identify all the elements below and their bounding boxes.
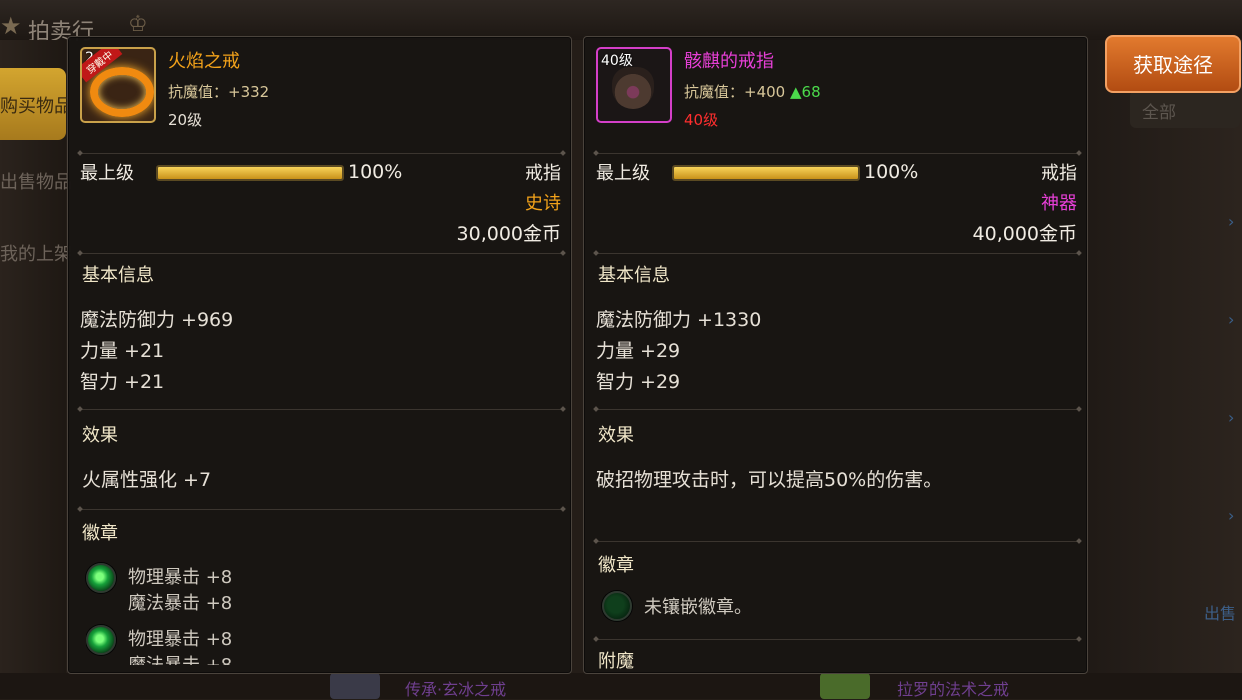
bottom-item[interactable]: 传承·玄冰之戒 — [405, 676, 506, 700]
level-requirement: 20级 — [168, 111, 203, 129]
badge-stat: 物理暴击 +8 — [128, 629, 233, 650]
stat-label: 抗魔值： — [684, 83, 745, 101]
list-marker: › — [1228, 408, 1235, 427]
tab-buy-label: 购买物品 — [0, 96, 72, 117]
item-icon: 2 穿戴中 — [80, 47, 156, 123]
item-name: 骸麒的戒指 — [684, 51, 774, 72]
divider — [596, 409, 1079, 410]
grade-label: 最上级 — [596, 163, 650, 184]
grade-bar — [672, 165, 860, 181]
fire-ring-icon — [90, 67, 154, 117]
grade-label: 最上级 — [80, 163, 134, 184]
item-name: 火焰之戒 — [168, 51, 240, 72]
enchant-title: 附魔 — [598, 651, 634, 672]
equipped-item-tooltip: 2 穿戴中 火焰之戒 抗魔值：+332 20级 最上级 100% 戒指 史诗 3… — [67, 36, 572, 674]
tab-buy[interactable]: 购买物品 — [0, 68, 72, 140]
attribute-line: 智力 +21 — [80, 371, 165, 393]
empty-gem-icon — [602, 591, 632, 621]
badge-empty-text: 未镶嵌徽章。 — [644, 597, 752, 618]
item-price: 30,000金币 — [456, 223, 561, 245]
magic-resist-line: 抗魔值：+332 — [168, 81, 269, 102]
effect-title: 效果 — [598, 425, 634, 446]
badge-stat: 魔法暴击 +8 — [128, 651, 232, 665]
filter-all[interactable]: 全部 — [1130, 90, 1240, 128]
crown-icon: ♔ — [128, 12, 148, 37]
bottom-item[interactable]: 拉罗的法术之戒 — [897, 676, 1009, 700]
badge-title: 徽章 — [82, 523, 118, 544]
stat-label: 抗魔值： — [168, 83, 229, 101]
star-icon: ★ — [0, 12, 22, 40]
divider — [596, 253, 1079, 254]
badge-stat: 物理暴击 +8 — [128, 567, 233, 588]
divider — [596, 541, 1079, 542]
divider — [80, 253, 563, 254]
basic-info-title: 基本信息 — [598, 265, 670, 286]
stat-delta: ▲68 — [790, 83, 821, 101]
attribute-line: 魔法防御力 +969 — [80, 309, 234, 331]
divider — [596, 639, 1079, 640]
item-rarity: 神器 — [1041, 193, 1077, 214]
compare-item-tooltip: 40级 骸麒的戒指 抗魔值：+400 ▲68 40级 最上级 100% 戒指 神… — [583, 36, 1088, 674]
effect-text: 火属性强化 +7 — [82, 469, 212, 491]
badge-slot: 未镶嵌徽章。 — [602, 591, 1002, 623]
divider — [80, 153, 563, 154]
tab-my-listings[interactable]: 我的上架 — [0, 240, 72, 266]
get-source-button[interactable]: 获取途径 — [1105, 35, 1241, 93]
stat-value: +400 — [744, 83, 786, 101]
item-type: 戒指 — [525, 163, 561, 184]
filter-all-label: 全部 — [1142, 103, 1176, 123]
item-icon: 40级 — [596, 47, 672, 123]
attribute-line: 力量 +21 — [80, 340, 165, 362]
basic-info-title: 基本信息 — [82, 265, 154, 286]
attribute-line: 智力 +29 — [596, 371, 681, 393]
divider — [596, 153, 1079, 154]
item-rarity: 史诗 — [525, 193, 561, 214]
grade-bar-fill — [674, 167, 858, 179]
badge-slot: 物理暴击 +8 魔法暴击 +8 — [86, 621, 486, 665]
green-gem-icon — [86, 563, 116, 593]
grade-percent: 100% — [864, 161, 919, 183]
divider — [80, 509, 563, 510]
list-marker: › — [1228, 212, 1235, 231]
item-type: 戒指 — [1041, 163, 1077, 184]
effect-title: 效果 — [82, 425, 118, 446]
bottom-list — [0, 673, 1242, 699]
attribute-line: 力量 +29 — [596, 340, 681, 362]
item-thumb — [820, 673, 870, 699]
grade-bar-fill — [158, 167, 342, 179]
item-thumb — [330, 673, 380, 699]
stat-value: +332 — [228, 83, 270, 101]
list-marker: › — [1228, 310, 1235, 329]
badge-title: 徽章 — [598, 555, 634, 576]
attribute-line: 魔法防御力 +1330 — [596, 309, 762, 331]
tab-sell[interactable]: 出售物品 — [0, 168, 72, 194]
dragon-ring-icon — [612, 67, 654, 109]
badge-slot: 物理暴击 +8 魔法暴击 +8 — [86, 561, 486, 617]
icon-level: 40级 — [601, 53, 633, 69]
item-price: 40,000金币 — [972, 223, 1077, 245]
effect-text: 破招物理攻击时，可以提高50%的伤害。 — [596, 469, 943, 491]
grade-bar — [156, 165, 344, 181]
top-bar — [0, 0, 1242, 40]
grade-percent: 100% — [348, 161, 403, 183]
green-gem-icon — [86, 625, 116, 655]
sell-label: 出售 — [1204, 604, 1237, 623]
level-requirement: 40级 — [684, 111, 719, 129]
badge-stat: 魔法暴击 +8 — [128, 593, 233, 614]
list-marker: › — [1228, 506, 1235, 525]
divider — [80, 409, 563, 410]
magic-resist-line: 抗魔值：+400 ▲68 — [684, 81, 821, 102]
